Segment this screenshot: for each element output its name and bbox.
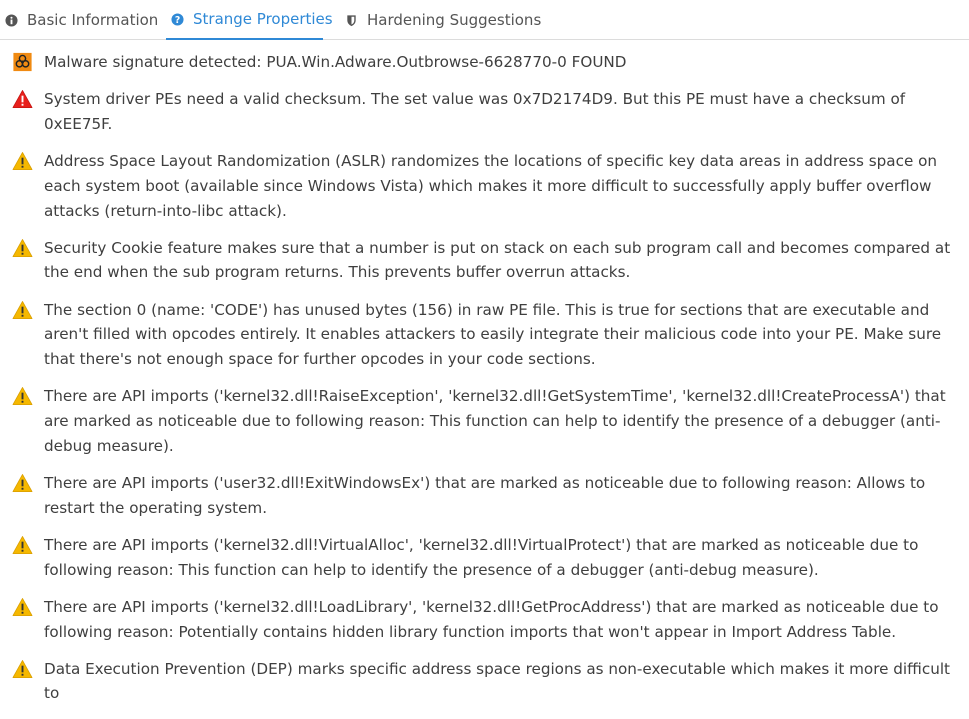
list-item: Address Space Layout Randomization (ASLR… <box>0 149 969 223</box>
tab-bar: Basic Information ? Strange Properties H… <box>0 0 969 40</box>
item-text: There are API imports ('kernel32.dll!Vir… <box>44 535 919 579</box>
list-item: Malware signature detected: PUA.Win.Adwa… <box>0 50 969 75</box>
list-item: There are API imports ('kernel32.dll!Rai… <box>0 384 969 458</box>
tab-strange-properties[interactable]: ? Strange Properties <box>166 0 333 40</box>
item-text: System driver PEs need a valid checksum.… <box>44 90 906 133</box>
item-text: Security Cookie feature makes sure that … <box>44 238 951 282</box>
warning-triangle-icon <box>12 238 33 257</box>
list-item: There are API imports ('user32.dll!ExitW… <box>0 471 969 521</box>
list-item: System driver PEs need a valid checksum.… <box>0 87 969 137</box>
warning-triangle-icon <box>12 387 33 406</box>
question-circle-icon: ? <box>171 12 184 25</box>
item-text: There are API imports ('kernel32.dll!Loa… <box>44 597 939 641</box>
warning-triangle-icon <box>12 535 33 554</box>
item-text: The section 0 (name: 'CODE') has unused … <box>44 300 942 369</box>
list-item: Security Cookie feature makes sure that … <box>0 236 969 286</box>
svg-text:?: ? <box>175 14 180 25</box>
warning-triangle-icon <box>12 597 33 616</box>
info-circle-icon <box>5 13 18 27</box>
item-text: Data Execution Prevention (DEP) marks sp… <box>44 659 950 703</box>
item-text: There are API imports ('user32.dll!ExitW… <box>44 473 926 517</box>
warning-triangle-icon <box>12 152 33 170</box>
biohazard-icon <box>13 52 32 72</box>
list-item: There are API imports ('kernel32.dll!Loa… <box>0 595 969 645</box>
item-text: There are API imports ('kernel32.dll!Rai… <box>44 387 946 455</box>
warning-triangle-icon <box>12 473 33 492</box>
warning-triangle-icon <box>12 300 33 319</box>
item-text: Malware signature detected: PUA.Win.Adwa… <box>44 53 627 71</box>
tab-label: Strange Properties <box>193 10 333 28</box>
tab-hardening-suggestions[interactable]: Hardening Suggestions <box>340 0 541 40</box>
tab-basic-information[interactable]: Basic Information <box>0 0 174 40</box>
error-triangle-icon <box>12 90 33 109</box>
tab-label: Basic Information <box>27 11 159 29</box>
item-text: Address Space Layout Randomization (ASLR… <box>44 151 938 220</box>
warning-triangle-icon <box>12 659 33 678</box>
tab-label: Hardening Suggestions <box>367 11 542 29</box>
list-item: Data Execution Prevention (DEP) marks sp… <box>0 657 969 707</box>
strange-properties-list: Malware signature detected: PUA.Win.Adwa… <box>0 50 969 719</box>
shield-icon <box>347 14 356 26</box>
list-item: The section 0 (name: 'CODE') has unused … <box>0 298 969 372</box>
list-item: There are API imports ('kernel32.dll!Vir… <box>0 533 969 583</box>
